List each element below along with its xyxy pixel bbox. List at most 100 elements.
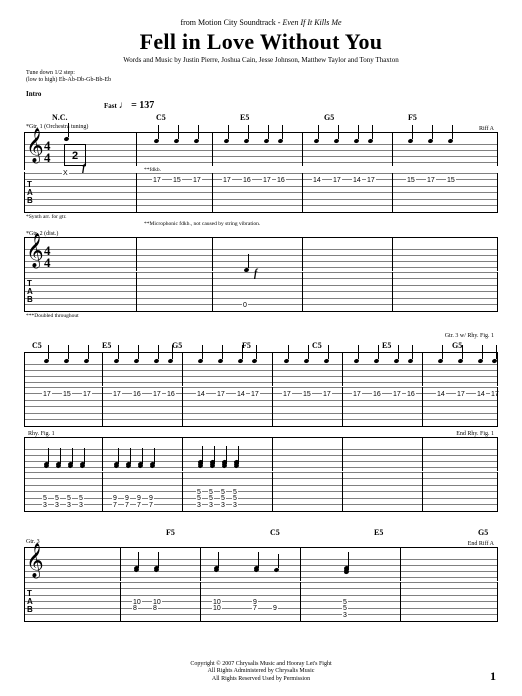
note-head: [333, 139, 339, 144]
fret-number: 17: [112, 391, 122, 398]
chord: C5: [312, 341, 352, 350]
fret-number: 14: [312, 177, 322, 184]
fret-number: 16: [372, 391, 382, 398]
fret-number: 15: [62, 391, 72, 398]
fret-number: 5: [342, 599, 348, 606]
footnote-synth: *Synth arr. for gtr.: [26, 214, 498, 220]
note-head: [323, 359, 329, 364]
note-head: [233, 460, 239, 465]
tempo-label: Fast: [104, 102, 117, 110]
fret-number: 7: [124, 502, 130, 509]
chord: F5: [242, 341, 282, 350]
fret-number: 8: [152, 605, 158, 612]
fret-number: 17: [216, 391, 226, 398]
note-head: [197, 460, 203, 465]
staff-gtr1-s2: [24, 352, 498, 386]
end-riff-a: End Riff A: [468, 541, 494, 547]
tab-frets: 1715171716171614171417171517171617161417…: [24, 387, 498, 426]
note-head: [167, 359, 173, 364]
note-head: [243, 139, 249, 144]
fret-number: 17: [192, 177, 202, 184]
tempo-note: ♩ = 137: [119, 100, 155, 111]
fret-number: 5: [342, 605, 348, 612]
fret-number: 17: [250, 391, 260, 398]
note-head: [113, 464, 119, 469]
note-head: [277, 139, 283, 144]
footnote-fdbk: **Microphonic fdkb., not caused by strin…: [144, 221, 498, 227]
note-head: [253, 568, 259, 573]
note-head: [113, 462, 119, 467]
staff-notes: [24, 133, 498, 166]
fret-number: 16: [276, 177, 286, 184]
note-head: [197, 359, 203, 364]
system-1: 𝄞 44 f 2 Riff A **fdkb. TAB X17151717161…: [24, 132, 498, 319]
note-head: [125, 462, 131, 467]
note-head: [83, 359, 89, 364]
chord: E5: [374, 528, 414, 537]
fret-number: 5: [208, 495, 214, 502]
note-head: [149, 464, 155, 469]
fret-number: 3: [232, 502, 238, 509]
note-head: [213, 568, 219, 573]
treble-clef-icon: 𝄞: [26, 131, 44, 161]
note-head: [437, 359, 443, 364]
note-head: [213, 566, 219, 571]
fret-number: 3: [42, 502, 48, 509]
note-head: [223, 139, 229, 144]
fret-number: 17: [456, 391, 466, 398]
note-head: [209, 464, 215, 469]
note-head: [137, 464, 143, 469]
note-head: [79, 464, 85, 469]
fret-number: 14: [196, 391, 206, 398]
fret-number: 7: [112, 502, 118, 509]
note-head: [237, 359, 243, 364]
multi-measure-rest: 2: [64, 144, 86, 166]
note-head: [43, 464, 49, 469]
chord: C5: [156, 113, 196, 122]
chord-row-1: N.C. C5 E5 G5 F5: [52, 113, 498, 122]
note-head: [79, 462, 85, 467]
album-title: Even If It Kills Me: [282, 18, 341, 27]
fret-number: 9: [124, 495, 130, 502]
note-head: [137, 462, 143, 467]
note-head: [427, 139, 433, 144]
fret-number: 5: [42, 495, 48, 502]
rhy-fig-label: Rhy. Fig. 1: [28, 431, 55, 437]
section-label: Intro: [26, 90, 498, 98]
staff-notes: [24, 353, 498, 386]
chord: F5: [408, 113, 448, 122]
fret-number: 16: [166, 391, 176, 398]
tab-gtr1: TAB X1715171716171614171417151715: [24, 173, 498, 213]
fret-number: 5: [208, 489, 214, 496]
fret-number: 5: [196, 489, 202, 496]
fret-number: 5: [220, 489, 226, 496]
note-head: [173, 139, 179, 144]
note-head: [113, 359, 119, 364]
tab-frets: 0: [24, 272, 498, 311]
note-head: [63, 137, 69, 142]
note-head: [367, 139, 373, 144]
fret-number: 17: [42, 391, 52, 398]
fret-number: 8: [132, 605, 138, 612]
chord: E5: [382, 341, 422, 350]
note-head: [67, 462, 73, 467]
part-gtr1: *Gtr. 1 (Orchestra tuning): [26, 124, 498, 130]
fret-number: 7: [136, 502, 142, 509]
page-number: 1: [490, 669, 496, 684]
note-head: [353, 139, 359, 144]
fret-number: 5: [78, 495, 84, 502]
note-head: [407, 139, 413, 144]
tab-label-icon: TAB: [27, 280, 33, 304]
note-head: [67, 464, 73, 469]
treble-clef-icon: 𝄞: [26, 546, 44, 576]
fret-number: 15: [406, 177, 416, 184]
fret-number: 17: [322, 391, 332, 398]
fret-number: 3: [208, 502, 214, 509]
fret-number: 10: [132, 599, 142, 606]
tab-gtr1-s2: 1715171716171614171417171517171617161417…: [24, 387, 498, 427]
note-head: [313, 139, 319, 144]
note-head: [283, 359, 289, 364]
fret-number: 17: [282, 391, 292, 398]
fret-number: 3: [220, 502, 226, 509]
note-head: [353, 359, 359, 364]
